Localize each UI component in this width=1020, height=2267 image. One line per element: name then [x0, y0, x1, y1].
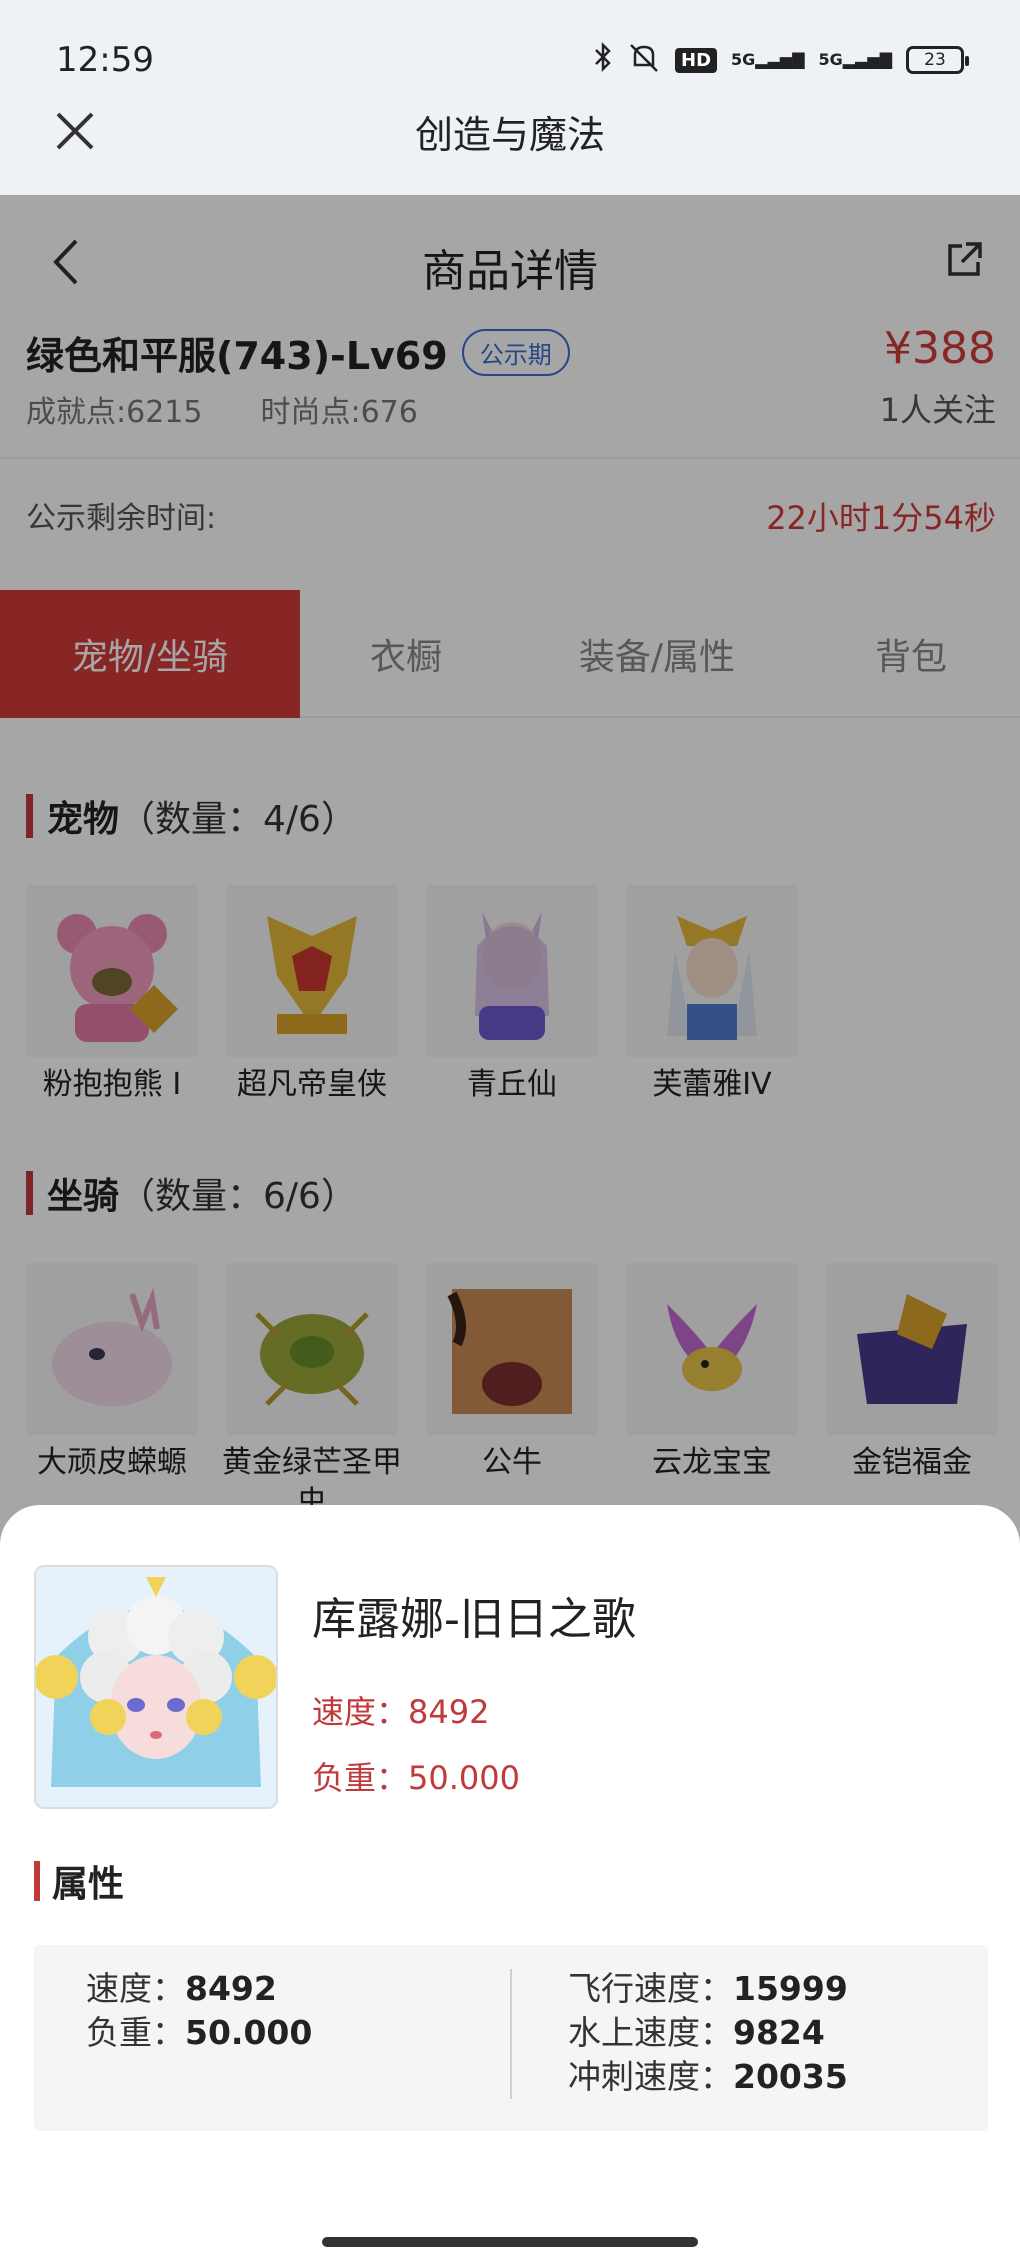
heading-bar	[34, 1861, 40, 1901]
attr-row: 水上速度：9824	[568, 2013, 825, 2052]
attributes-left: 速度：8492 负重：50.000	[86, 1967, 312, 2055]
battery-icon: 23	[906, 46, 969, 74]
mount-detail-image	[34, 1565, 278, 1809]
status-icons: HD 5G▂▃▅▇ 5G▂▃▅▇ 23	[593, 40, 969, 80]
attr-row: 飞行速度：15999	[568, 1969, 848, 2008]
signal-icon-1: 5G▂▃▅▇	[731, 50, 805, 69]
attributes-right: 飞行速度：15999 水上速度：9824 冲刺速度：20035	[568, 1967, 848, 2099]
attr-row: 速度：8492	[86, 1969, 277, 2008]
attr-row: 负重：50.000	[86, 2013, 313, 2052]
mount-detail-load: 负重：50.000	[312, 1759, 520, 1797]
signal-icon-2: 5G▂▃▅▇	[818, 50, 892, 69]
attributes-panel: 速度：8492 负重：50.000 飞行速度：15999 水上速度：9824 冲…	[34, 1945, 988, 2131]
status-time: 12:59	[56, 40, 154, 80]
mount-detail-sheet: 库露娜-旧日之歌 速度：8492 负重：50.000 属性 速度：8492 负重…	[0, 1505, 1020, 2267]
hd-badge: HD	[675, 47, 718, 73]
app-header: 12:59 HD 5G▂▃▅▇ 5G▂▃▅▇ 23 创造与魔法	[0, 0, 1020, 195]
bluetooth-icon	[593, 41, 613, 80]
home-indicator[interactable]	[322, 2237, 698, 2247]
mount-detail-speed: 速度：8492	[312, 1693, 490, 1731]
attributes-divider	[510, 1969, 512, 2099]
attributes-heading: 属性	[34, 1855, 124, 1907]
attr-row: 冲刺速度：20035	[568, 2057, 848, 2096]
mount-detail-name: 库露娜-旧日之歌	[312, 1594, 636, 1645]
app-title: 创造与魔法	[414, 113, 605, 157]
mute-bell-icon	[627, 41, 661, 80]
